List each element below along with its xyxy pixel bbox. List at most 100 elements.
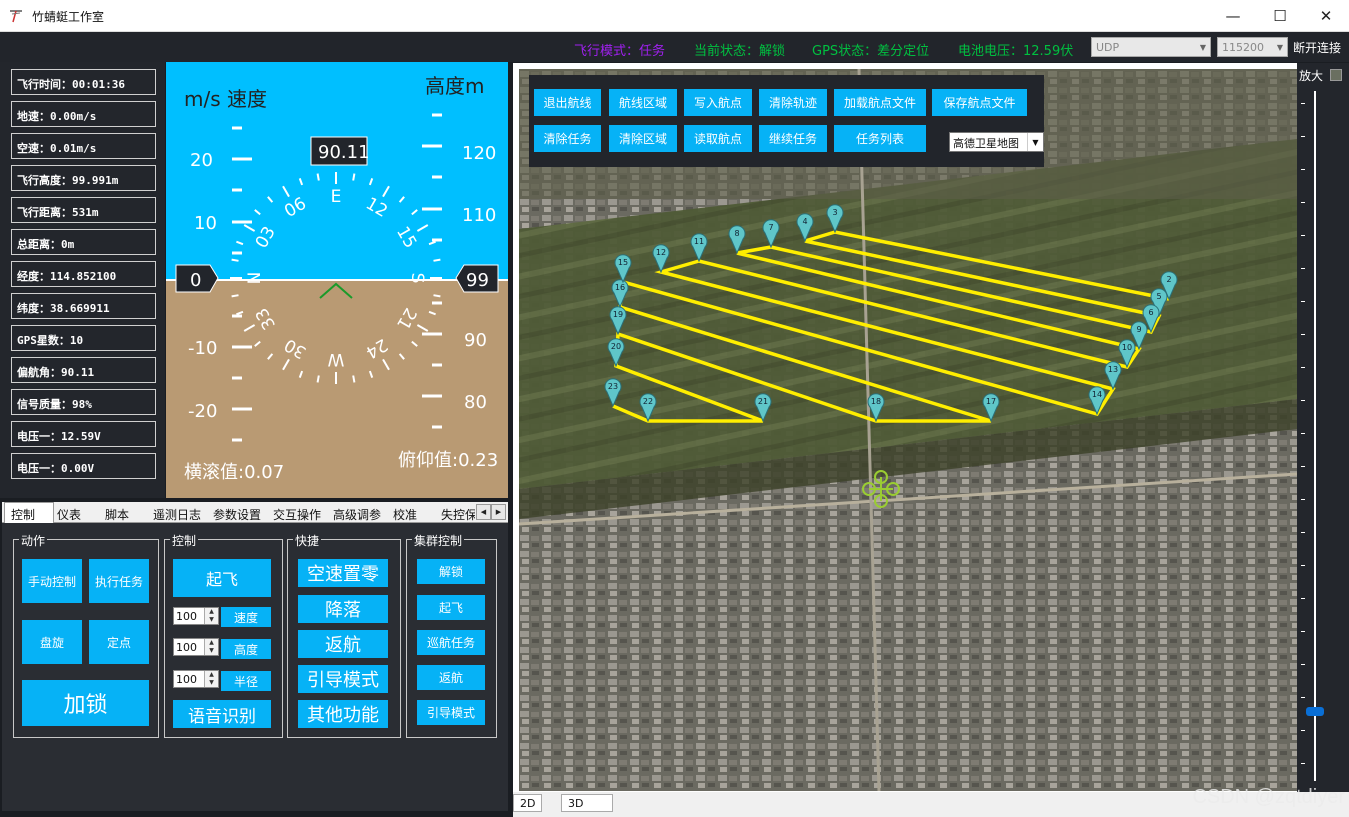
telemetry-field: 总距离：0m: [11, 229, 156, 255]
swarm-group-label: 集群控制: [412, 532, 465, 549]
zoom-slider-tick: [1301, 763, 1305, 764]
stepper-arrows-icon[interactable]: ▲ ▼: [204, 608, 218, 624]
hud-svg: E 1215S2124W3033N0306 m/s 速度 高度m 20 10 -1…: [166, 62, 508, 498]
waypoint-number: 20: [611, 342, 621, 351]
continue-mission-button[interactable]: 继续任务: [759, 125, 827, 152]
tab-2d[interactable]: 2D: [513, 794, 543, 812]
zoom-slider-tick: [1301, 367, 1305, 368]
write-waypoints-button[interactable]: 写入航点: [684, 89, 752, 116]
return-home-button[interactable]: 返航: [298, 630, 388, 658]
set-altitude-button[interactable]: 高度: [221, 639, 271, 659]
other-functions-button[interactable]: 其他功能: [298, 700, 388, 728]
zoom-slider-track[interactable]: [1314, 91, 1316, 781]
telemetry-field: 纬度：38.669911: [11, 293, 156, 319]
quick-group: 快捷 空速置零 降落 返航 引导模式 其他功能: [287, 532, 401, 738]
set-radius-button[interactable]: 半径: [221, 671, 271, 691]
swarm-unlock-button[interactable]: 解锁: [417, 559, 485, 584]
zoom-slider-tick: [1301, 631, 1305, 632]
baud-select[interactable]: 115200 ▼: [1217, 37, 1288, 57]
zoom-slider-tick: [1301, 169, 1305, 170]
stepper-arrows-icon[interactable]: ▲ ▼: [204, 639, 218, 655]
waypoint-number: 21: [758, 397, 768, 406]
clear-mission-button[interactable]: 清除任务: [534, 125, 601, 152]
zoom-slider-tick: [1301, 136, 1305, 137]
tab-telemetry-log[interactable]: 遥测日志: [153, 504, 201, 523]
tab-script[interactable]: 脚本: [105, 504, 129, 523]
waypoint-number: 9: [1136, 325, 1141, 334]
zoom-in-label[interactable]: 放大: [1299, 67, 1323, 84]
swarm-cruise-mission-button[interactable]: 巡航任务: [417, 630, 485, 655]
swarm-guided-mode-button[interactable]: 引导模式: [417, 700, 485, 725]
save-waypoint-file-button[interactable]: 保存航点文件: [932, 89, 1027, 116]
land-button[interactable]: 降落: [298, 595, 388, 623]
load-waypoint-file-button[interactable]: 加载航点文件: [834, 89, 926, 116]
minimize-button[interactable]: —: [1210, 0, 1256, 32]
control-group-label: 控制: [170, 532, 199, 549]
clear-track-button[interactable]: 清除轨迹: [759, 89, 827, 116]
waypoint-number: 10: [1122, 343, 1132, 352]
chevron-right-icon[interactable]: ▶: [491, 504, 506, 520]
zoom-slider-tick: [1301, 565, 1305, 566]
voice-recognition-button[interactable]: 语音识别: [173, 700, 271, 728]
position-hold-button[interactable]: 定点: [89, 620, 149, 664]
compass-tick: [352, 375, 356, 383]
waypoint-number: 12: [656, 248, 666, 257]
telemetry-field: 电压一：12.59V: [11, 421, 156, 447]
tab-instruments[interactable]: 仪表: [57, 504, 81, 523]
swarm-return-button[interactable]: 返航: [417, 665, 485, 690]
tab-parameters[interactable]: 参数设置: [213, 504, 261, 523]
tab-failsafe[interactable]: 失控保: [441, 504, 475, 523]
current-state-status: 当前状态：解锁: [694, 44, 786, 59]
tab-calibration[interactable]: 校准: [393, 504, 417, 523]
read-waypoints-button[interactable]: 读取航点: [684, 125, 752, 152]
zoom-slider-tick: [1301, 532, 1305, 533]
tab-advanced-tuning[interactable]: 高级调参: [333, 504, 381, 523]
zoom-slider-tick: [1301, 334, 1305, 335]
attitude-hud: E 12 15 S 21 24 W 30 33 N 03 06 m/s 速度 高度m 20 10 -1…: [166, 62, 508, 498]
route-area-button[interactable]: 航线区域: [609, 89, 677, 116]
takeoff-button[interactable]: 起飞: [173, 559, 271, 597]
quick-group-label: 快捷: [293, 532, 322, 549]
zero-airspeed-button[interactable]: 空速置零: [298, 559, 388, 587]
map-canvas[interactable]: 2569 10 13 14 17 18 21 22 23 20 19 16 15 12 11 8 7 4 3: [519, 69, 1297, 791]
zoom-slider-tick: [1301, 235, 1305, 236]
map-type-select[interactable]: 高德卫星地图 ▼: [949, 132, 1044, 152]
zoom-slider-tick: [1301, 730, 1305, 731]
guided-mode-button[interactable]: 引导模式: [298, 665, 388, 693]
execute-mission-button[interactable]: 执行任务: [89, 559, 149, 603]
satellite-map[interactable]: 2 5 6 9 10 13 14 17 18 21 22 23 20 19 16 15 12 11 8 7 4 3 退出航…: [519, 69, 1297, 791]
loiter-button[interactable]: 盘旋: [22, 620, 82, 664]
altitude-tick-label: 110: [462, 205, 496, 226]
waypoint-number: 11: [694, 237, 704, 246]
zoom-slider-tick: [1301, 499, 1305, 500]
manual-control-button[interactable]: 手动控制: [22, 559, 82, 603]
tab-scroll: ◀ ▶: [476, 504, 506, 520]
tab-control[interactable]: 控制: [4, 502, 54, 524]
dragonfly-logo-icon: [10, 10, 22, 23]
altitude-stepper[interactable]: 100 ▲ ▼: [173, 638, 219, 656]
waypoint-number: 4: [802, 217, 807, 226]
speed-stepper[interactable]: 100 ▲ ▼: [173, 607, 219, 625]
telemetry-field: 偏航角：90.11: [11, 357, 156, 383]
zoom-slider-thumb[interactable]: [1306, 707, 1324, 716]
pitch-value: 俯仰值:0.23: [398, 450, 498, 471]
maximize-button[interactable]: ☐: [1257, 0, 1303, 32]
disconnect-button[interactable]: 断开连接: [1293, 39, 1341, 56]
swarm-takeoff-button[interactable]: 起飞: [417, 595, 485, 620]
stepper-arrows-icon[interactable]: ▲ ▼: [204, 671, 218, 687]
set-speed-button[interactable]: 速度: [221, 607, 271, 627]
clear-area-button[interactable]: 清除区域: [609, 125, 677, 152]
waypoint-number: 8: [734, 229, 739, 238]
close-button[interactable]: ✕: [1303, 0, 1349, 32]
protocol-select[interactable]: UDP ▼: [1091, 37, 1211, 57]
tab-3d[interactable]: 3D: [561, 794, 613, 812]
tab-interaction[interactable]: 交互操作: [273, 504, 321, 523]
waypoint-number: 15: [618, 258, 628, 267]
zoom-slider-tick: [1301, 433, 1305, 434]
lock-button[interactable]: 加锁: [22, 680, 149, 726]
radius-stepper[interactable]: 100 ▲ ▼: [173, 670, 219, 688]
exit-route-button[interactable]: 退出航线: [534, 89, 601, 116]
mission-list-button[interactable]: 任务列表: [834, 125, 926, 152]
telemetry-field: 空速：0.01m/s: [11, 133, 156, 159]
chevron-left-icon[interactable]: ◀: [476, 504, 491, 520]
